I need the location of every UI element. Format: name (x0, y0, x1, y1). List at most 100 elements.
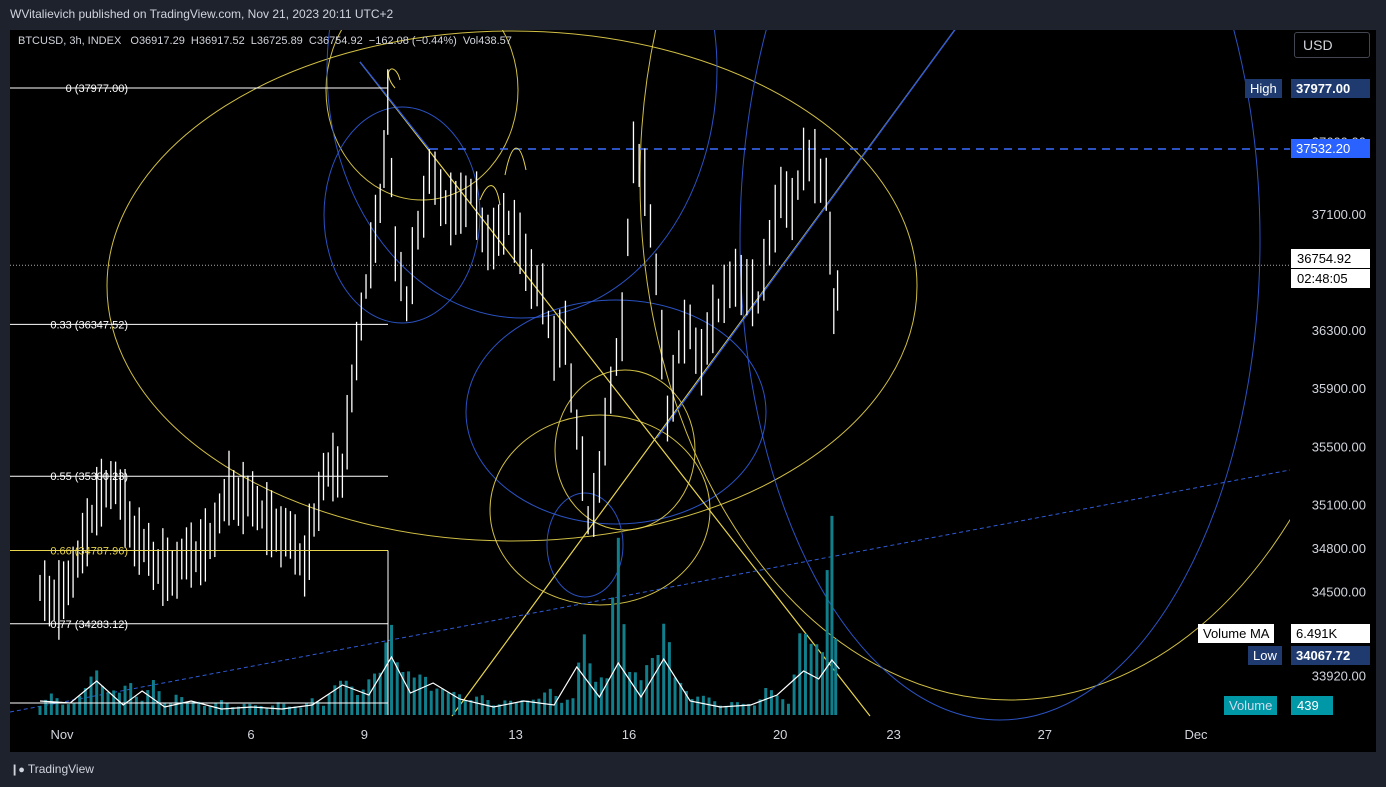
volume-bar (667, 642, 671, 715)
volume-bar (554, 695, 558, 715)
volume-bar (429, 690, 433, 715)
x-tick-label: 13 (508, 727, 522, 742)
volume-bar (270, 705, 274, 715)
spiral-small-blue (546, 492, 624, 598)
low-badge-label: Low (1248, 646, 1282, 665)
volume-bar (350, 686, 354, 715)
legend-close: 36754.92 (316, 35, 363, 47)
volume-bar (418, 674, 422, 715)
volume-bar (514, 702, 518, 715)
level-badge: 37532.20 (1291, 139, 1370, 158)
volume-bar (786, 703, 790, 715)
volume-bar (730, 702, 734, 715)
tradingview-logo: ❙● TradingView (10, 762, 94, 776)
fib-level-label: 0.55 (35300.23) (50, 471, 128, 483)
volume-bar (560, 702, 564, 715)
x-tick-label: 9 (361, 727, 368, 742)
volume-bar (407, 671, 411, 715)
volume-bar (735, 702, 739, 715)
legend-high-label: H (190, 35, 199, 47)
x-tick-label: 20 (773, 727, 787, 742)
volume-bar (656, 654, 660, 715)
volume-bar (304, 702, 308, 715)
tradingview-brand: TradingView (27, 762, 94, 776)
volume-bar (565, 699, 569, 715)
volume-bar (208, 706, 212, 715)
volume-bar (322, 705, 325, 715)
volume-bar (248, 703, 252, 715)
volume-bar (616, 537, 620, 715)
volume-value: 439 (1291, 696, 1333, 715)
volume-bar (435, 688, 439, 715)
x-axis: Nov 6 9 13 16 20 23 27 Dec (50, 727, 1208, 742)
volume-bar (446, 692, 450, 715)
fib-level-label: 0.77 (34283.12) (50, 619, 128, 631)
volume-bar (163, 702, 167, 715)
volume-bar (673, 677, 677, 715)
frame-right (1376, 28, 1386, 752)
volume-bar (611, 597, 615, 715)
low-badge-value: 34067.72 (1291, 646, 1370, 665)
spiral-mid-yellow (489, 414, 711, 606)
frame-top (0, 28, 1386, 30)
volume-bar (764, 687, 768, 715)
volume-bar (424, 676, 428, 715)
volume-bar (390, 624, 394, 715)
volume-bar (180, 697, 184, 715)
bar-countdown: 02:48:05 (1291, 269, 1370, 288)
volume-bar (441, 688, 445, 715)
y-tick-label: 37100.00 (1312, 207, 1366, 222)
volume-bar (367, 679, 371, 715)
x-tick-label: Dec (1184, 727, 1208, 742)
currency-button[interactable]: USD (1294, 32, 1370, 58)
volume-bar (100, 685, 104, 715)
volume-bar (373, 673, 377, 715)
volume-bar (809, 643, 813, 715)
volume-bar (61, 704, 65, 715)
blue-trendline (656, 30, 956, 439)
volume-bar (707, 697, 711, 715)
y-tick-label: 35900.00 (1312, 381, 1366, 396)
volume-bar (662, 623, 666, 715)
volume-bar (214, 702, 218, 715)
fib-retracement: 0 (37977.00) 0.33 (36347.52) 0.55 (35300.2… (10, 83, 389, 715)
volume-bar (412, 677, 416, 715)
volume-bar (571, 698, 575, 715)
volume-bar (594, 681, 598, 715)
x-tick-label: 23 (886, 727, 900, 742)
volume-bar (548, 688, 552, 715)
last-price-badge: 36754.92 (1291, 249, 1370, 268)
volume-bar (95, 670, 99, 715)
volume-bar (265, 707, 269, 715)
volume-bar (384, 642, 388, 715)
legend-symbol: BTCUSD, 3h, INDEX (18, 35, 122, 47)
volume-bar (633, 672, 637, 715)
frame-left (0, 28, 10, 752)
legend-open-label: O (130, 35, 139, 47)
volume-label: Volume (1224, 696, 1278, 715)
spiral-curl (388, 68, 401, 89)
volume-bar (219, 700, 223, 715)
mini-arcs (479, 147, 527, 206)
volume-bar (775, 695, 779, 715)
spiral-blue-lower (465, 299, 767, 525)
fib-level-label: 0 (37977.00) (66, 83, 128, 95)
volume-bar (475, 696, 479, 715)
volume-bar (520, 700, 524, 715)
x-tick-label: Nov (50, 727, 74, 742)
volume-bar (752, 705, 756, 715)
volume-bar (526, 700, 530, 715)
legend-change: −162.08 (−0.44%) (368, 35, 457, 47)
chart-canvas[interactable]: 0 (37977.00) 0.33 (36347.52) 0.55 (35300.2… (0, 0, 1386, 787)
y-tick-label: 35100.00 (1312, 497, 1366, 512)
volume-bar (650, 657, 654, 715)
volume-bar (117, 692, 121, 715)
fib-trend-down (359, 61, 871, 717)
volume-bar (830, 515, 834, 715)
volume-ma-value: 6.491K (1291, 624, 1370, 643)
fib-level-label: 0.66 (34787.96) (50, 546, 128, 558)
volume-bar (78, 695, 82, 715)
high-badge-value: 37977.00 (1291, 79, 1370, 98)
volume-bar (66, 704, 70, 715)
y-tick-label: 35500.00 (1312, 439, 1366, 454)
